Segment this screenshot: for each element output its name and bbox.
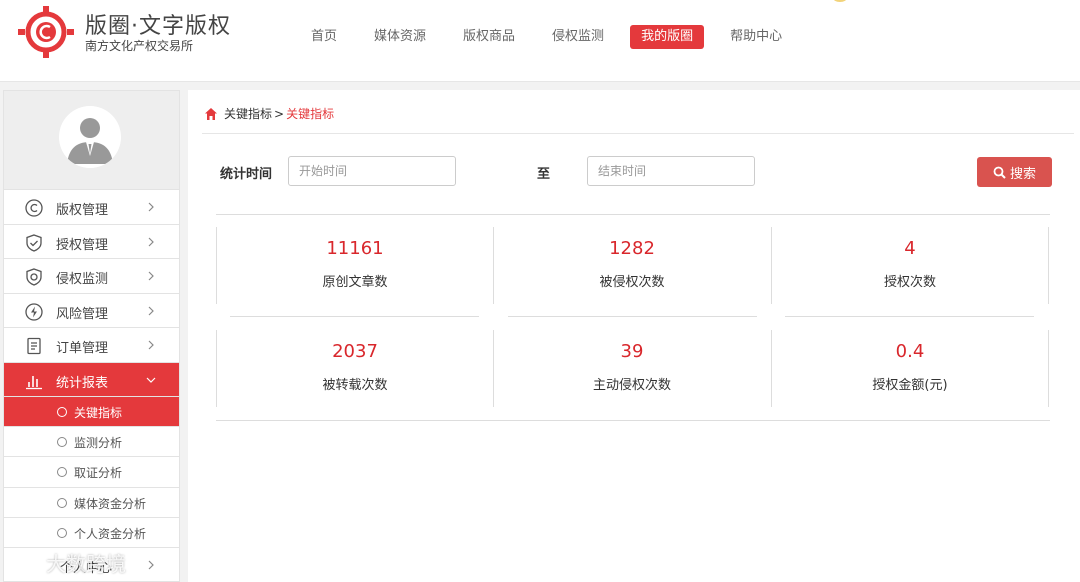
nav-copyright-goods[interactable]: 版权商品 (452, 25, 526, 49)
sidebar-item-label: 统计报表 (56, 375, 109, 391)
stat-value: 1282 (609, 238, 655, 259)
logo-icon[interactable] (16, 4, 76, 60)
submenu-item-media-fund-analysis[interactable]: 媒体资金分析 (4, 488, 179, 518)
radio-circle-icon (57, 527, 67, 538)
radio-circle-icon (57, 407, 67, 417)
stat-value: 39 (620, 341, 644, 362)
breadcrumb-separator: > (274, 106, 285, 121)
breadcrumb: 关键指标 > 关键指标 (204, 105, 334, 122)
stat-original-articles: 11161 原创文章数 (217, 227, 493, 304)
submenu-item-label: 媒体资金分析 (74, 496, 147, 511)
sidebar-item-personal-center[interactable]: 个人中心 (4, 548, 179, 582)
stats-row-divider (785, 316, 1034, 317)
search-button-label: 搜索 (1009, 166, 1036, 182)
stat-time-label: 统计时间 (220, 167, 273, 182)
nav-home[interactable]: 首页 (300, 25, 348, 49)
stat-label: 原创文章数 (322, 275, 388, 290)
chevron-right-icon (148, 560, 154, 570)
copyright-icon (25, 199, 43, 217)
stat-label: 授权金额(元) (872, 378, 948, 393)
stat-label: 授权次数 (883, 275, 936, 290)
breadcrumb-current: 关键指标 (286, 107, 335, 121)
chevron-right-icon (148, 340, 154, 350)
stat-value: 2037 (332, 341, 378, 362)
stat-value: 11161 (326, 238, 384, 259)
sidebar-item-label: 授权管理 (56, 237, 109, 253)
shield-icon (26, 268, 42, 286)
stats-divider (1048, 227, 1049, 304)
sidebar-item-authorization-management[interactable]: 授权管理 (4, 225, 179, 259)
to-label: 至 (537, 167, 551, 182)
submenu-item-monitoring-analysis[interactable]: 监测分析 (4, 427, 179, 458)
chevron-right-icon (148, 271, 154, 281)
brand-subtitle: 南方文化产权交易所 (85, 39, 194, 53)
main-content: 关键指标 > 关键指标 统计时间 至 搜索 11161 原创文章数 1282 被… (188, 90, 1080, 582)
submenu-item-evidence-analysis[interactable]: 取证分析 (4, 457, 179, 488)
nav-help-center[interactable]: 帮助中心 (719, 25, 793, 49)
radio-circle-icon (57, 467, 67, 478)
stat-active-infringement-count: 39 主动侵权次数 (494, 330, 770, 407)
sidebar-item-label: 风险管理 (56, 306, 109, 322)
stat-authorization-amount: 0.4 授权金额(元) (772, 330, 1048, 407)
stat-label: 主动侵权次数 (592, 378, 671, 393)
stat-reprinted-count: 2037 被转载次数 (217, 330, 493, 407)
stat-infringed-count: 1282 被侵权次数 (494, 227, 770, 304)
submenu-item-personal-fund-analysis[interactable]: 个人资金分析 (4, 518, 179, 548)
search-button[interactable]: 搜索 (977, 157, 1052, 187)
avatar[interactable] (59, 106, 121, 168)
search-icon (993, 166, 1006, 179)
sidebar-item-statistics-report[interactable]: 统计报表 (4, 362, 179, 397)
stat-label: 被侵权次数 (599, 275, 665, 290)
breadcrumb-parent[interactable]: 关键指标 (224, 105, 272, 122)
stat-authorization-count: 4 授权次数 (772, 227, 1048, 304)
sidebar-item-infringement-monitoring[interactable]: 侵权监测 (4, 259, 179, 294)
sidebar-item-label: 个人中心 (60, 560, 113, 576)
user-avatar-icon (59, 106, 121, 168)
end-time-input[interactable] (587, 156, 755, 186)
nav-media-resources[interactable]: 媒体资源 (363, 25, 437, 49)
sidebar-item-risk-management[interactable]: 风险管理 (4, 294, 179, 328)
brand-title: 版圈·文字版权 (85, 14, 231, 39)
submenu-item-label: 关键指标 (74, 406, 123, 420)
lightning-icon (25, 302, 43, 321)
sidebar-item-label: 侵权监测 (56, 272, 109, 287)
sidebar-item-copyright-management[interactable]: 版权管理 (4, 190, 179, 225)
stat-value: 0.4 (895, 341, 925, 362)
radio-circle-icon (57, 437, 67, 448)
stats-row-divider (508, 316, 757, 317)
sidebar-item-order-management[interactable]: 订单管理 (4, 328, 179, 363)
sidebar-item-label: 版权管理 (56, 203, 109, 218)
sidebar-item-label: 订单管理 (56, 341, 109, 356)
document-icon (27, 337, 41, 355)
decorative-dot (833, 0, 847, 2)
submenu-item-label: 个人资金分析 (74, 526, 147, 541)
chevron-right-icon (148, 306, 154, 315)
start-time-input[interactable] (288, 156, 456, 186)
nav-infringement-monitoring[interactable]: 侵权监测 (541, 25, 615, 49)
stats-bottom-divider (216, 420, 1050, 421)
top-header: 版圈·文字版权 南方文化产权交易所 首页 媒体资源 版权商品 侵权监测 我的版圈… (0, 0, 1080, 82)
nav-my-banquan[interactable]: 我的版圈 (630, 25, 705, 49)
radio-circle-icon (57, 497, 67, 508)
avatar-area (4, 91, 179, 190)
chevron-right-icon (148, 202, 154, 212)
breadcrumb-divider (202, 133, 1074, 134)
stat-value: 4 (904, 238, 916, 259)
top-nav: 首页 媒体资源 版权商品 侵权监测 我的版圈 帮助中心 (300, 25, 808, 49)
chevron-down-icon (146, 377, 156, 383)
stats-divider (1048, 330, 1049, 407)
submenu-item-label: 取证分析 (74, 466, 123, 481)
stats-top-divider (216, 214, 1050, 215)
sidebar: 版权管理 授权管理 侵权监测 风险管理 订单管理 统计报表 关键指标 监测分析 … (3, 90, 180, 582)
shield-check-icon (26, 233, 42, 252)
submenu-item-label: 监测分析 (74, 436, 123, 451)
chevron-right-icon (148, 237, 154, 246)
home-icon[interactable] (204, 107, 218, 121)
bar-chart-icon (26, 375, 42, 389)
stats-row-divider (230, 316, 479, 317)
submenu-item-key-indicators[interactable]: 关键指标 (4, 397, 179, 428)
stat-label: 被转载次数 (322, 378, 388, 393)
